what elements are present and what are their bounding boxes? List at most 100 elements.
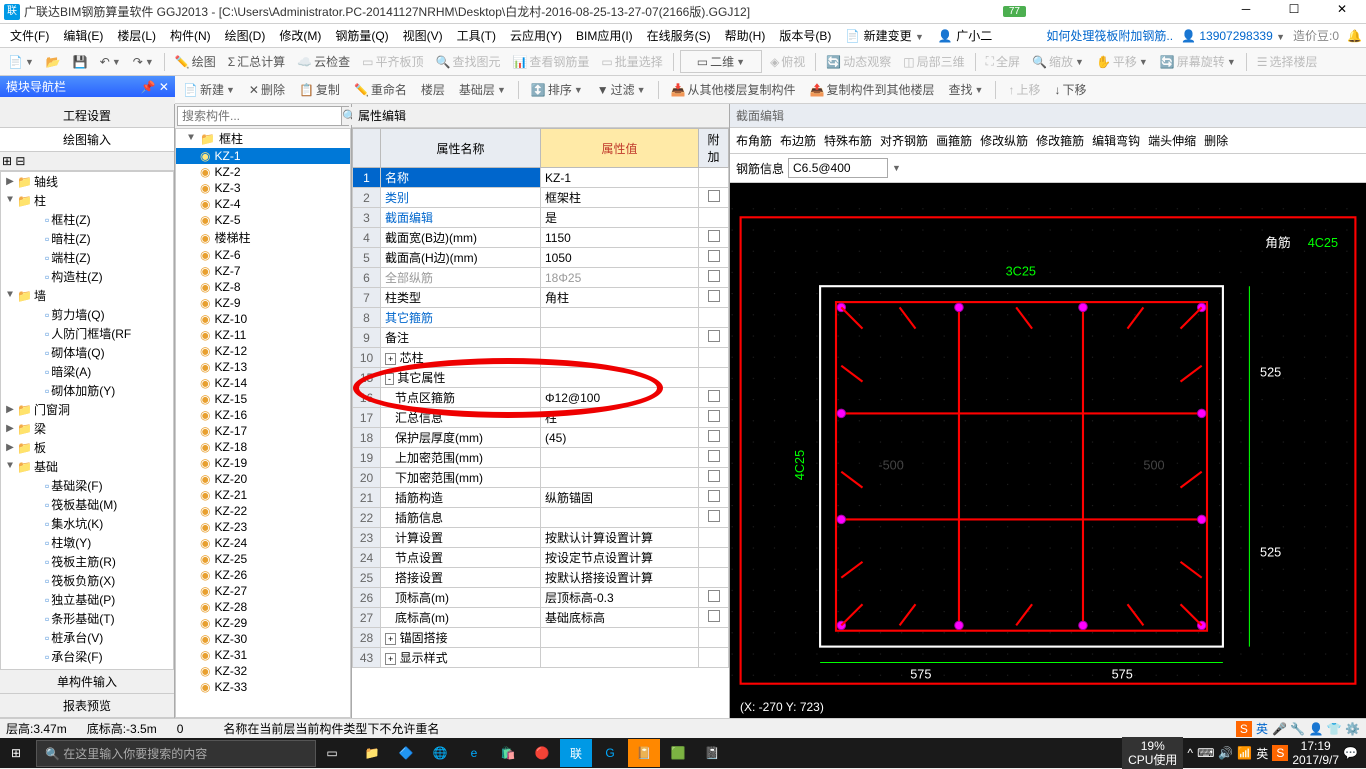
select-floor-button[interactable]: ☰ 选择楼层: [1253, 51, 1322, 72]
component-item[interactable]: ◉ KZ-20: [176, 471, 350, 487]
tray-clock[interactable]: 17:19 2017/9/7: [1292, 739, 1339, 768]
component-search[interactable]: 🔍: [177, 106, 349, 126]
tree-child[interactable]: ▫ 筏板基础(M): [1, 495, 173, 514]
tree-child[interactable]: ▫ 砌体加筋(Y): [1, 381, 173, 400]
expand-icon[interactable]: ⊞: [2, 154, 12, 168]
copy-button[interactable]: 📋 复制: [295, 79, 344, 100]
tree-node[interactable]: ▼📁 柱: [1, 191, 173, 210]
cloud-check-button[interactable]: ☁️云检查: [293, 51, 354, 72]
align-top-button[interactable]: ▭ 平齐板顶: [358, 51, 427, 72]
tray-lang[interactable]: 英: [1256, 745, 1268, 762]
menu-version[interactable]: 版本号(B): [773, 25, 837, 46]
component-item[interactable]: ◉ KZ-13: [176, 359, 350, 375]
tab-single-input[interactable]: 单构件输入: [0, 670, 174, 694]
dynamic-view-button[interactable]: 🔄 动态观察: [822, 51, 895, 72]
tool-icons[interactable]: 🎤 🔧 👤 👕 ⚙️: [1272, 722, 1360, 736]
component-item[interactable]: ◉ KZ-4: [176, 196, 350, 212]
property-row[interactable]: 24 节点设置按设定节点设置计算: [353, 548, 729, 568]
property-row[interactable]: 4截面宽(B边)(mm)1150: [353, 228, 729, 248]
component-item[interactable]: ◉ KZ-6: [176, 247, 350, 263]
top-view-button[interactable]: ◈ 俯视: [766, 51, 809, 72]
property-row[interactable]: 3截面编辑是: [353, 208, 729, 228]
tab-project-settings[interactable]: 工程设置: [0, 104, 174, 128]
section-tool[interactable]: 画箍筋: [936, 132, 972, 149]
local-3d-button[interactable]: ◫ 局部三维: [899, 51, 968, 72]
minimize-button[interactable]: ─: [1226, 2, 1266, 22]
rename-button[interactable]: ✏️ 重命名: [350, 79, 411, 100]
tray-keyboard-icon[interactable]: ⌨: [1197, 746, 1214, 760]
component-item[interactable]: ◉ 楼梯柱: [176, 228, 350, 247]
component-item[interactable]: ◉ KZ-12: [176, 343, 350, 359]
tray-ime-icon[interactable]: S: [1272, 745, 1288, 761]
menu-component[interactable]: 构件(N): [164, 25, 217, 46]
search-input[interactable]: [178, 107, 341, 125]
component-item[interactable]: ◉ KZ-32: [176, 663, 350, 679]
component-item[interactable]: ◉ KZ-11: [176, 327, 350, 343]
tree-node[interactable]: ▶📁 轴线: [1, 172, 173, 191]
tree-child[interactable]: ▫ 条形基础(T): [1, 609, 173, 628]
zoom-button[interactable]: 🔍 缩放 ▼: [1028, 51, 1088, 72]
tree-child[interactable]: ▫ 构造柱(Z): [1, 267, 173, 286]
tree-node[interactable]: ▼📁 基础: [1, 457, 173, 476]
component-tree[interactable]: ▼📁 框柱◉ KZ-1◉ KZ-2◉ KZ-3◉ KZ-4◉ KZ-5◉ 楼梯柱…: [175, 128, 351, 718]
cpu-meter[interactable]: 19% CPU使用: [1122, 737, 1183, 769]
property-row[interactable]: 23 计算设置按默认计算设置计算: [353, 528, 729, 548]
batch-select-button[interactable]: ▭ 批量选择: [597, 51, 666, 72]
tray-up-icon[interactable]: ^: [1187, 746, 1193, 760]
move-down-button[interactable]: ↓ 下移: [1050, 79, 1090, 100]
section-canvas[interactable]: 575 575 525 525 3C25 4C25 角筋 4C25 -500 5…: [730, 183, 1366, 718]
open-icon[interactable]: 📂: [42, 53, 65, 71]
ime-icon[interactable]: S: [1236, 721, 1252, 737]
tree-node[interactable]: ▶📁 板: [1, 438, 173, 457]
floor-dropdown[interactable]: 楼层: [417, 79, 449, 100]
delete-button[interactable]: ✕ 删除: [245, 79, 289, 100]
property-row[interactable]: 26 顶标高(m)层顶标高-0.3: [353, 588, 729, 608]
property-row[interactable]: 10+ 芯柱: [353, 348, 729, 368]
nav-tree[interactable]: ▶📁 轴线▼📁 柱▫ 框柱(Z)▫ 暗柱(Z)▫ 端柱(Z)▫ 构造柱(Z)▼📁…: [0, 171, 174, 670]
app-icon-6[interactable]: G: [594, 739, 626, 767]
property-row[interactable]: 8其它箍筋: [353, 308, 729, 328]
tree-child[interactable]: ▫ 暗柱(Z): [1, 229, 173, 248]
property-row[interactable]: 25 搭接设置按默认搭接设置计算: [353, 568, 729, 588]
component-item[interactable]: ◉ KZ-33: [176, 679, 350, 695]
tree-child[interactable]: ▫ 端柱(Z): [1, 248, 173, 267]
component-item[interactable]: ◉ KZ-8: [176, 279, 350, 295]
tray-volume-icon[interactable]: 🔊: [1218, 746, 1233, 760]
property-row[interactable]: 17 汇总信息柱: [353, 408, 729, 428]
new-change-button[interactable]: 📄 新建变更 ▼: [839, 25, 930, 46]
taskbar-search[interactable]: 🔍 在这里输入你要搜索的内容: [36, 740, 316, 767]
component-item[interactable]: ◉ KZ-31: [176, 647, 350, 663]
tree-child[interactable]: ▫ 独立基础(P): [1, 590, 173, 609]
component-item[interactable]: ◉ KZ-17: [176, 423, 350, 439]
filter-button[interactable]: ▼ 过滤 ▼: [593, 79, 650, 100]
component-item[interactable]: ◉ KZ-26: [176, 567, 350, 583]
tree-child[interactable]: ▫ 集水坑(K): [1, 514, 173, 533]
component-item[interactable]: ◉ KZ-10: [176, 311, 350, 327]
fullscreen-button[interactable]: ⛶ 全屏: [982, 51, 1024, 72]
component-item[interactable]: ◉ KZ-3: [176, 180, 350, 196]
menu-draw[interactable]: 绘图(D): [219, 25, 272, 46]
section-tool[interactable]: 对齐钢筋: [880, 132, 928, 149]
new-component-button[interactable]: 📄 新建 ▼: [179, 79, 239, 100]
tree-node[interactable]: ▼📁 墙: [1, 286, 173, 305]
property-row[interactable]: 7柱类型角柱: [353, 288, 729, 308]
app-icon-3[interactable]: 🌐: [424, 739, 456, 767]
user-phone[interactable]: 👤 13907298339 ▼: [1181, 29, 1285, 43]
view-mode-dropdown[interactable]: ▭ 二维 ▼: [680, 50, 762, 73]
dropdown-icon[interactable]: ▼: [892, 163, 901, 173]
rotate-button[interactable]: 🔄 屏幕旋转 ▼: [1156, 51, 1240, 72]
section-tool[interactable]: 端头伸缩: [1148, 132, 1196, 149]
close-button[interactable]: ✕: [1322, 2, 1362, 22]
property-row[interactable]: 2类别框架柱: [353, 188, 729, 208]
property-row[interactable]: 28+ 锚固搭接: [353, 628, 729, 648]
property-row[interactable]: 9备注: [353, 328, 729, 348]
menu-cloud[interactable]: 云应用(Y): [504, 25, 568, 46]
component-item[interactable]: ◉ KZ-29: [176, 615, 350, 631]
tree-child[interactable]: ▫ 桩承台(V): [1, 628, 173, 647]
tree-child[interactable]: ▫ 砌体墙(Q): [1, 343, 173, 362]
tree-child[interactable]: ▫ 剪力墙(Q): [1, 305, 173, 324]
component-item[interactable]: ◉ KZ-28: [176, 599, 350, 615]
tree-child[interactable]: ▫ 框柱(Z): [1, 210, 173, 229]
property-row[interactable]: 27 底标高(m)基础底标高: [353, 608, 729, 628]
app-icon-8[interactable]: 🟩: [662, 739, 694, 767]
